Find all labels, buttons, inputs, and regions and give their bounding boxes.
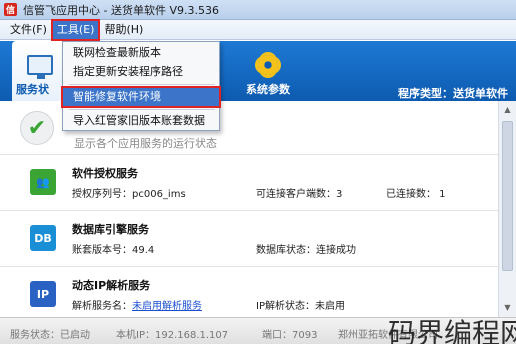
menu-separator — [69, 84, 215, 85]
menu-item-installer-path[interactable]: 指定更新安装程序路径 — [63, 63, 219, 81]
gear-icon — [258, 55, 278, 75]
service-detail: 账套版本号：49.4 — [72, 245, 155, 256]
program-type: 程序类型：送货单软件 — [398, 87, 508, 100]
title-bar: 信 信管飞应用中心 - 送货单软件 V9.3.536 — [0, 0, 516, 20]
tab-system-params[interactable]: 系统参数 — [240, 41, 296, 101]
monitor-icon — [27, 55, 53, 79]
service-detail: 可连接客户端数：3 — [256, 189, 343, 200]
service-title: 动态IP解析服务 — [72, 279, 151, 292]
local-ip: 本机IP：192.168.1.107 — [116, 330, 229, 341]
service-title: 数据库引擎服务 — [72, 223, 149, 236]
enable-ip-service-link[interactable]: 未启用解析服务 — [132, 301, 202, 312]
menu-file[interactable]: 文件(F) — [6, 21, 51, 39]
service-card-ip: IP 动态IP解析服务 解析服务名：未启用解析服务 IP解析状态：未启用 — [0, 267, 498, 317]
service-detail: 数据库状态：连接成功 — [256, 245, 356, 256]
service-detail: 授权序列号：pc006_ims — [72, 189, 186, 200]
service-detail: 已连接数： 1 — [386, 189, 446, 200]
service-detail: IP解析状态：未启用 — [256, 301, 345, 312]
service-status: 服务状态：已启动 — [10, 330, 90, 341]
service-card-database: DB 数据库引擎服务 账套版本号：49.4 数据库状态：连接成功 — [0, 211, 498, 267]
scroll-up-icon[interactable]: ▲ — [501, 103, 514, 117]
menu-help[interactable]: 帮助(H) — [100, 21, 147, 39]
service-detail: 解析服务名：未启用解析服务 — [72, 297, 202, 312]
menu-tools[interactable]: 工具(E) — [50, 18, 101, 41]
users-icon: 👥 — [30, 169, 56, 195]
menu-item-repair-environment[interactable]: 智能修复软件环境 — [61, 86, 221, 108]
service-card-license: 👥 软件授权服务 授权序列号：pc006_ims 可连接客户端数：3 已连接数：… — [0, 155, 498, 211]
tab-system-params-label: 系统参数 — [246, 83, 290, 96]
services-panel: ✔ 显示各个应用服务的运行状态 👥 软件授权服务 授权序列号：pc006_ims… — [0, 101, 498, 317]
watermark: 码界编程网 — [388, 317, 516, 344]
tab-service-status[interactable]: 服务状 — [12, 41, 68, 101]
vertical-scrollbar[interactable]: ▲ ▼ — [498, 101, 516, 317]
scroll-thumb[interactable] — [502, 121, 513, 271]
service-title: 软件授权服务 — [72, 167, 138, 180]
menu-item-check-update[interactable]: 联网检查最新版本 — [63, 44, 219, 62]
status-description: 显示各个应用服务的运行状态 — [74, 137, 217, 150]
port: 端口：7093 — [262, 330, 318, 341]
menu-item-import-legacy-data[interactable]: 导入红管家旧版本账套数据 — [63, 112, 219, 130]
menu-bar: 文件(F) 工具(E) 帮助(H) — [0, 18, 516, 41]
check-icon: ✔ — [20, 111, 54, 145]
tab-service-status-label: 服务状 — [16, 83, 49, 96]
window-title: 信管飞应用中心 - 送货单软件 V9.3.536 — [23, 3, 219, 17]
menu-separator — [69, 109, 215, 110]
service-detail-label: 解析服务名： — [72, 301, 132, 312]
tools-dropdown-menu: 联网检查最新版本 指定更新安装程序路径 智能修复软件环境 导入红管家旧版本账套数… — [61, 41, 221, 131]
ip-icon: IP — [30, 281, 56, 307]
database-icon: DB — [30, 225, 56, 251]
app-logo-icon: 信 — [4, 3, 17, 16]
